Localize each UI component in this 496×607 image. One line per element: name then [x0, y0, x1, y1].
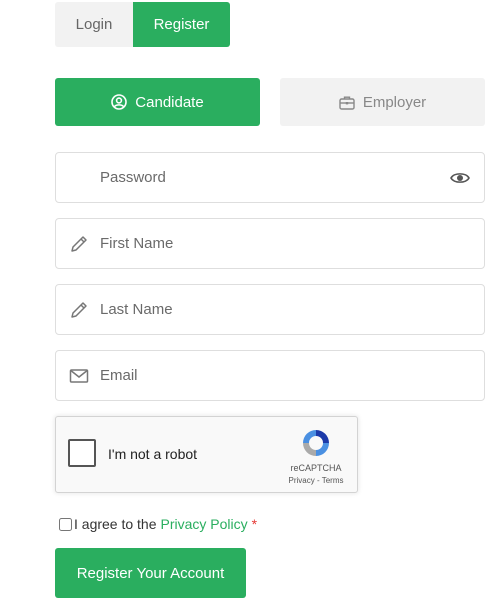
email-input[interactable]: [100, 351, 440, 400]
envelope-icon: [69, 369, 89, 383]
pencil-icon: [71, 302, 87, 318]
agree-row: I agree to the Privacy Policy *: [59, 514, 257, 534]
first-name-field-wrapper: [55, 218, 485, 269]
password-input[interactable]: [100, 153, 440, 202]
last-name-field-wrapper: [55, 284, 485, 335]
employer-label: Employer: [362, 93, 427, 111]
agree-text: I agree to the: [74, 516, 157, 532]
tab-register[interactable]: Register: [133, 2, 230, 47]
recaptcha-brand: reCAPTCHA: [290, 463, 342, 473]
candidate-button[interactable]: Candidate: [55, 78, 260, 126]
first-name-input[interactable]: [100, 219, 440, 268]
recaptcha-terms-link[interactable]: Terms: [322, 476, 344, 485]
candidate-label: Candidate: [135, 93, 204, 111]
tab-login[interactable]: Login: [55, 2, 133, 47]
recaptcha-separator: -: [314, 476, 322, 485]
privacy-policy-link[interactable]: Privacy Policy: [161, 516, 248, 532]
register-account-button[interactable]: Register Your Account: [55, 548, 246, 598]
password-field-wrapper: [55, 152, 485, 203]
tab-login-label: Login: [75, 16, 113, 33]
agree-checkbox[interactable]: [59, 517, 72, 531]
last-name-input[interactable]: [100, 285, 440, 334]
employer-button[interactable]: Employer: [280, 78, 485, 126]
email-field-wrapper: [55, 350, 485, 401]
recaptcha-logo-icon: [303, 430, 329, 456]
briefcase-icon: [339, 96, 355, 110]
recaptcha-links: Privacy - Terms: [278, 476, 354, 485]
recaptcha-widget: I'm not a robot reCAPTCHA Privacy - Term…: [55, 416, 358, 493]
pencil-icon: [71, 236, 87, 252]
required-mark: *: [251, 516, 258, 532]
register-account-label: Register Your Account: [76, 564, 225, 582]
user-circle-icon: [111, 94, 128, 110]
eye-icon[interactable]: [450, 169, 470, 187]
tab-register-label: Register: [153, 16, 210, 33]
recaptcha-label: I'm not a robot: [108, 446, 198, 462]
recaptcha-checkbox[interactable]: [68, 439, 96, 467]
recaptcha-privacy-link[interactable]: Privacy: [289, 476, 315, 485]
